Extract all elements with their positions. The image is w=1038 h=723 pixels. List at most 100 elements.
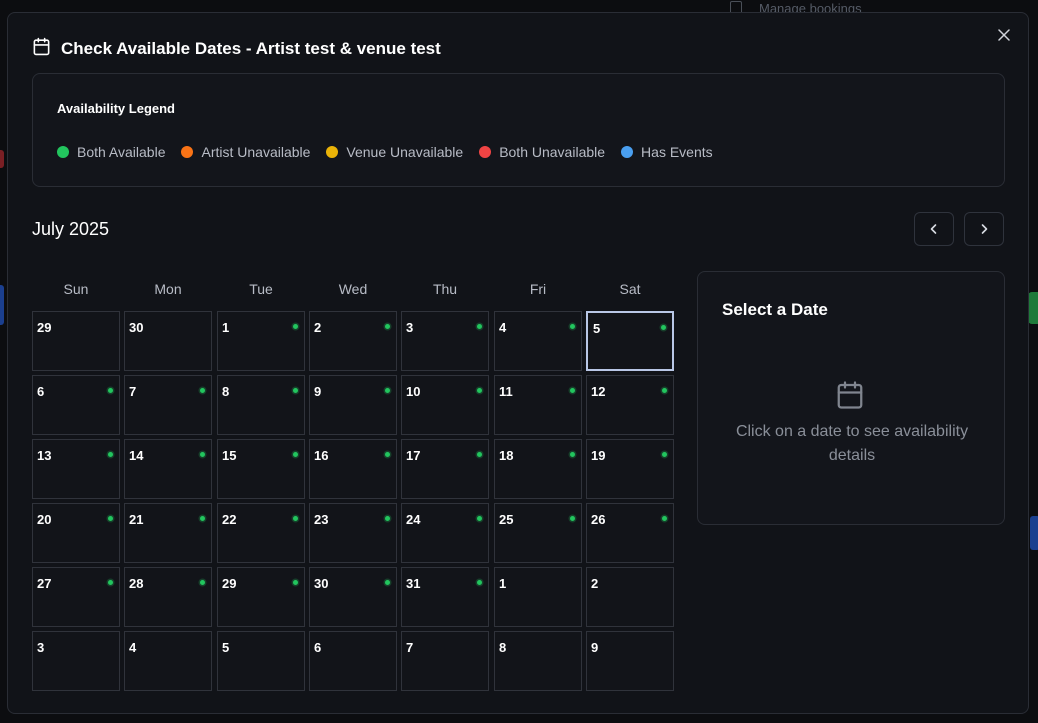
calendar-day[interactable]: 25: [494, 503, 582, 563]
calendar-day[interactable]: 2: [309, 311, 397, 371]
day-number: 19: [591, 448, 606, 463]
calendar-day[interactable]: 7: [124, 375, 212, 435]
legend-dot: [57, 146, 69, 158]
calendar-day[interactable]: 27: [32, 567, 120, 627]
availability-dot: [570, 516, 575, 521]
day-number: 3: [37, 640, 45, 655]
calendar-day[interactable]: 19: [586, 439, 674, 499]
legend-label: Venue Unavailable: [346, 144, 464, 160]
availability-dot: [662, 516, 667, 521]
calendar-day[interactable]: 16: [309, 439, 397, 499]
calendar-day[interactable]: 6: [309, 631, 397, 691]
availability-dot: [108, 516, 113, 521]
detail-title: Select a Date: [722, 300, 828, 319]
calendar-day[interactable]: 1: [217, 311, 305, 371]
calendar-day[interactable]: 29: [217, 567, 305, 627]
calendar-day[interactable]: 18: [494, 439, 582, 499]
calendar-day[interactable]: 2: [586, 567, 674, 627]
availability-dot: [293, 516, 298, 521]
availability-dot: [477, 324, 482, 329]
weekday-label: Tue: [249, 281, 273, 297]
calendar-day[interactable]: 3: [32, 631, 120, 691]
day-number: 3: [406, 320, 414, 335]
calendar-day[interactable]: 15: [217, 439, 305, 499]
day-number: 11: [499, 384, 513, 399]
background-element: [0, 150, 4, 168]
day-number: 15: [222, 448, 237, 463]
calendar-day[interactable]: 7: [401, 631, 489, 691]
calendar-day[interactable]: 12: [586, 375, 674, 435]
availability-dot: [200, 516, 205, 521]
day-number: 9: [314, 384, 322, 399]
day-number: 7: [129, 384, 137, 399]
day-number: 14: [129, 448, 144, 463]
previous-month-button[interactable]: [914, 212, 954, 246]
availability-dot: [108, 388, 113, 393]
day-number: 22: [222, 512, 237, 527]
day-number: 27: [37, 576, 52, 591]
calendar-day[interactable]: 23: [309, 503, 397, 563]
calendar-day[interactable]: 3: [401, 311, 489, 371]
day-number: 4: [129, 640, 137, 655]
day-number: 30: [314, 576, 329, 591]
availability-dot: [200, 580, 205, 585]
availability-dot: [570, 388, 575, 393]
day-number: 13: [37, 448, 52, 463]
calendar-day[interactable]: 17: [401, 439, 489, 499]
close-button[interactable]: [994, 27, 1014, 47]
availability-dot: [385, 580, 390, 585]
availability-dot: [385, 324, 390, 329]
day-number: 25: [499, 512, 514, 527]
legend-label: Has Events: [641, 144, 713, 160]
next-month-button[interactable]: [964, 212, 1004, 246]
calendar-day[interactable]: 28: [124, 567, 212, 627]
calendar-day[interactable]: 20: [32, 503, 120, 563]
legend-items: Both Available Artist Unavailable Venue Un…: [57, 144, 713, 160]
calendar-day[interactable]: 1: [494, 567, 582, 627]
calendar-day[interactable]: 22: [217, 503, 305, 563]
availability-dot: [108, 580, 113, 585]
availability-dot: [293, 452, 298, 457]
calendar-day[interactable]: 29: [32, 311, 120, 371]
calendar-day[interactable]: 9: [586, 631, 674, 691]
legend-item: Venue Unavailable: [326, 144, 463, 160]
calendar-day[interactable]: 30: [124, 311, 212, 371]
calendar-day[interactable]: 13: [32, 439, 120, 499]
availability-dot: [200, 388, 205, 393]
calendar-day[interactable]: 4: [494, 311, 582, 371]
calendar-day[interactable]: 8: [217, 375, 305, 435]
calendar-day[interactable]: 21: [124, 503, 212, 563]
calendar-day[interactable]: 4: [124, 631, 212, 691]
availability-dot: [477, 516, 482, 521]
legend-dot: [181, 146, 194, 158]
availability-dot: [385, 452, 390, 457]
calendar-day[interactable]: 10: [401, 375, 489, 435]
weekday-label: Sat: [619, 281, 641, 297]
calendar-day[interactable]: 31: [401, 567, 489, 627]
day-number: 8: [222, 384, 230, 399]
calendar-day[interactable]: 11: [494, 375, 582, 435]
calendar-day[interactable]: 30: [309, 567, 397, 627]
calendar-day[interactable]: 9: [309, 375, 397, 435]
legend-item: Both Available: [57, 144, 165, 160]
calendar-day[interactable]: 8: [494, 631, 582, 691]
availability-dot: [662, 388, 667, 393]
calendar-day-selected[interactable]: 5: [586, 311, 674, 371]
weekday-label: Mon: [154, 281, 182, 297]
day-number: 4: [499, 320, 507, 335]
close-icon: [998, 29, 1010, 41]
availability-dot: [385, 516, 390, 521]
day-number: 16: [314, 448, 329, 463]
calendar-day[interactable]: 14: [124, 439, 212, 499]
availability-dot: [570, 452, 575, 457]
calendar-day[interactable]: 5: [217, 631, 305, 691]
weekday-label: Thu: [432, 281, 458, 297]
availability-legend: Availability Legend Both Available Artist…: [32, 73, 1005, 187]
calendar-day[interactable]: 6: [32, 375, 120, 435]
day-number: 5: [593, 321, 601, 336]
day-number: 17: [406, 448, 421, 463]
day-number: 28: [129, 576, 144, 591]
calendar-day[interactable]: 24: [401, 503, 489, 563]
availability-dot: [477, 388, 482, 393]
calendar-day[interactable]: 26: [586, 503, 674, 563]
